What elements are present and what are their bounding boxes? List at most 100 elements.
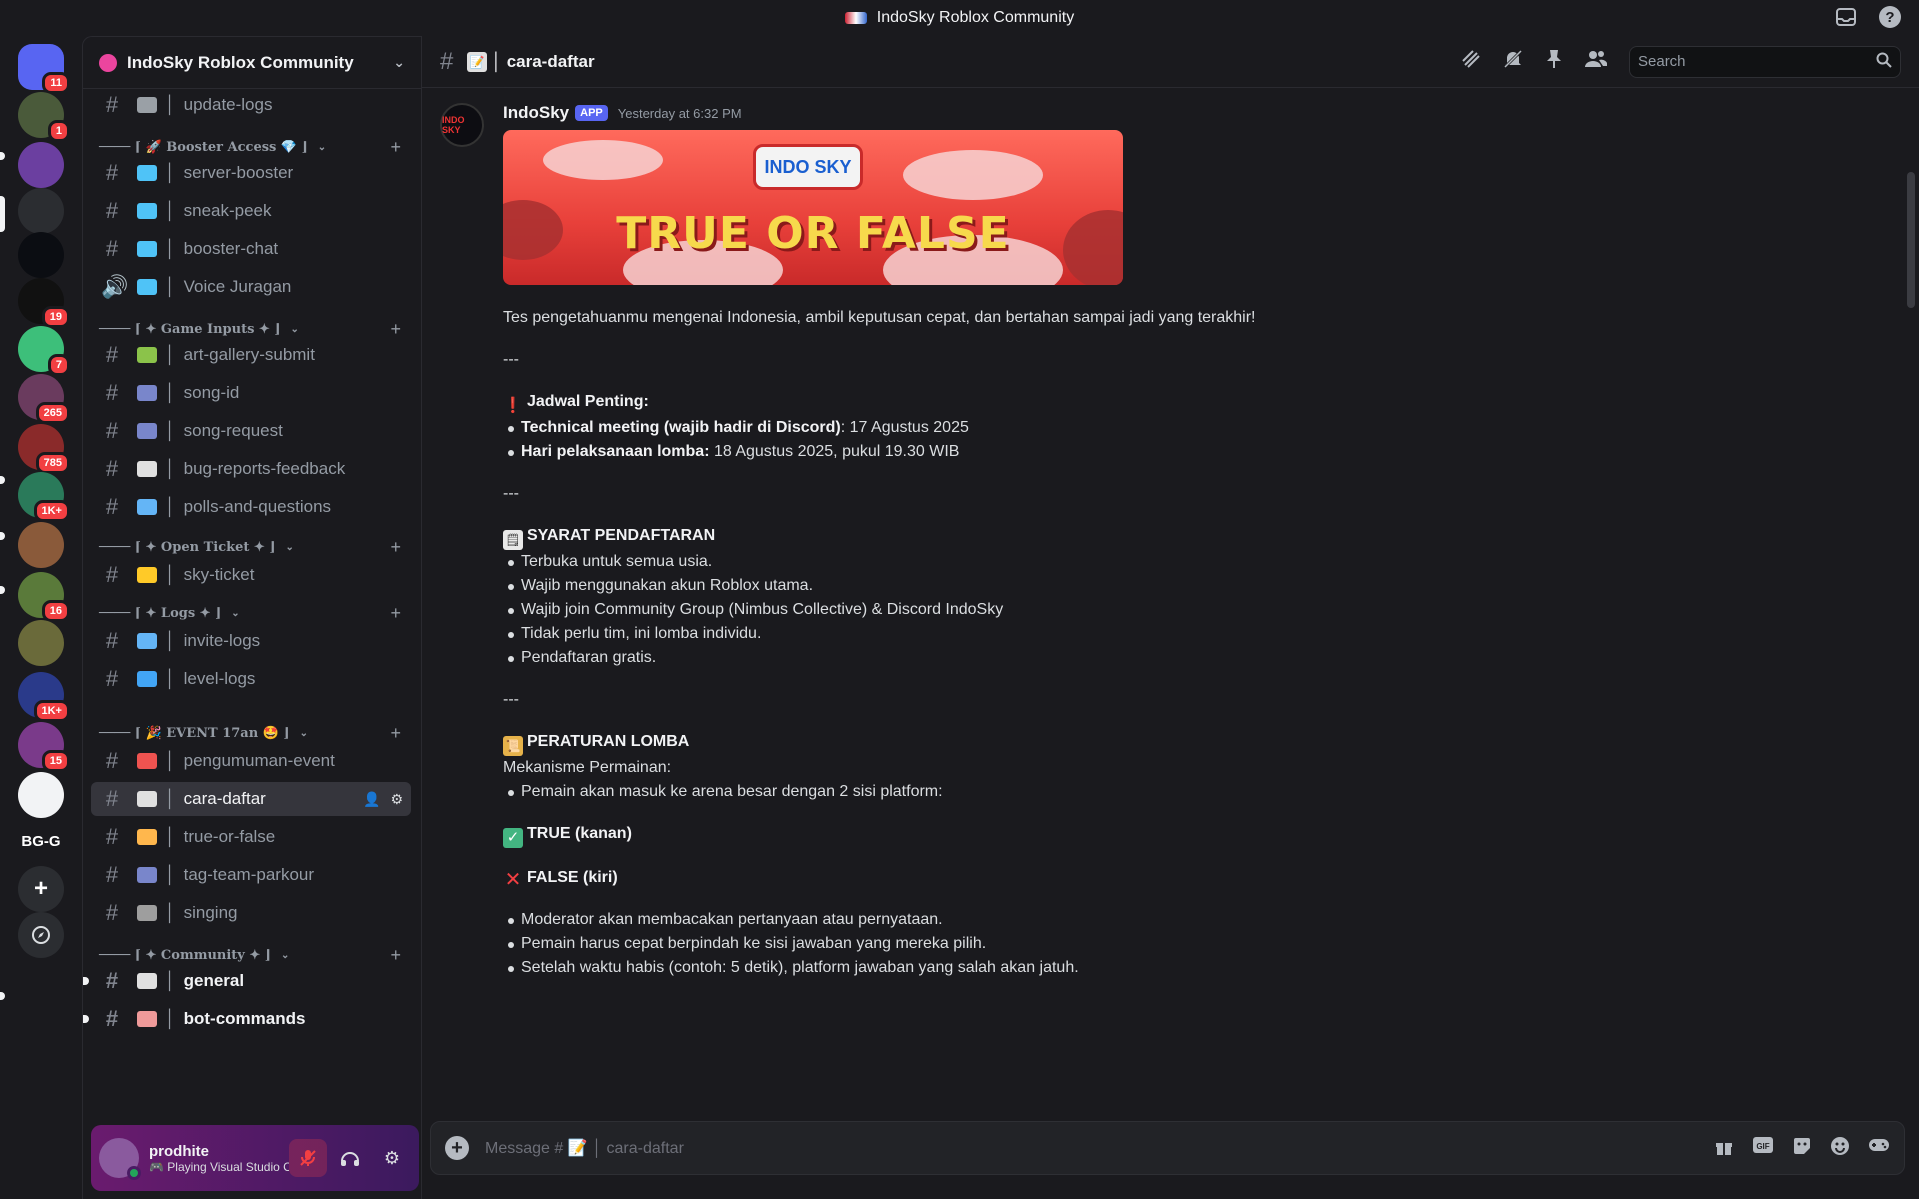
gift-icon[interactable] [1714, 1136, 1734, 1161]
channel-item[interactable]: # │ polls-and-questions [91, 490, 411, 524]
sticker-icon[interactable] [1792, 1136, 1812, 1161]
search-input[interactable]: Search [1629, 45, 1901, 78]
channel-item[interactable]: # │ sky-ticket [91, 558, 411, 592]
channel-category[interactable]: ──── ⌈ ✦ Community ✦ ⌋ ⌄ + [99, 945, 411, 965]
separator: │ [165, 631, 176, 650]
hash-icon: # [105, 380, 119, 405]
add-channel-icon[interactable]: + [390, 537, 411, 558]
unread-badge: 16 [41, 600, 70, 622]
add-server-icon[interactable]: + [18, 866, 64, 912]
channel-emoji-icon [137, 867, 157, 883]
add-channel-icon[interactable]: + [390, 137, 411, 158]
discover-compass-icon[interactable] [18, 912, 64, 958]
channel-name: sky-ticket [183, 565, 255, 584]
threads-icon[interactable] [1461, 49, 1481, 74]
message-composer[interactable]: + Message # 📝 │ cara-daftar GIF [430, 1121, 1905, 1175]
gif-icon[interactable]: GIF [1752, 1136, 1774, 1161]
chat-area: # 📝 │ cara-daftar Search INDO SKY IndoSk… [422, 36, 1919, 1199]
channel-item[interactable]: # │ cara-daftar 👤 ⚙ [91, 782, 411, 816]
server-icon[interactable]: 7 [18, 326, 70, 376]
chevron-down-icon: ⌄ [299, 727, 308, 739]
channel-settings-icon[interactable]: ⚙ [390, 791, 403, 808]
add-channel-icon[interactable]: + [390, 945, 411, 966]
channel-name: true-or-false [183, 827, 276, 846]
hash-icon: # [440, 47, 454, 75]
server-icon[interactable] [18, 188, 64, 234]
channel-item[interactable]: # │ true-or-false [91, 820, 411, 854]
channel-emoji-icon [137, 499, 157, 515]
check-mark-icon: ✓ [503, 828, 523, 848]
channel-item[interactable]: # │ invite-logs [91, 624, 411, 658]
channel-category[interactable]: ──── ⌈ ✦ Game Inputs ✦ ⌋ ⌄ + [99, 319, 411, 339]
channel-category[interactable]: ──── ⌈ 🚀 Booster Access 💎 ⌋ ⌄ + [99, 137, 411, 157]
server-icon[interactable]: 16 [18, 572, 70, 622]
channel-item[interactable]: # │ bug-reports-feedback [91, 452, 411, 486]
server-icon[interactable]: 11 [18, 44, 70, 94]
channel-item[interactable]: # │ server-booster [91, 156, 411, 190]
headphones-icon[interactable] [331, 1139, 369, 1177]
channel-item[interactable]: # │ sneak-peek [91, 194, 411, 228]
chevron-down-icon[interactable]: ⌄ [393, 54, 405, 71]
server-icon[interactable]: 15 [18, 722, 70, 772]
separator: │ [165, 751, 176, 770]
channel-item[interactable]: # │ singing [91, 896, 411, 930]
channel-item[interactable]: 🔊 │ Voice Juragan [91, 270, 411, 304]
channel-item[interactable]: # │ level-logs [91, 662, 411, 696]
message-input[interactable]: Message # 📝 │ cara-daftar [485, 1138, 684, 1158]
channel-item[interactable]: # │ tag-team-parkour [91, 858, 411, 892]
server-icon[interactable] [18, 522, 64, 568]
separator: │ [165, 1009, 176, 1028]
notification-muted-icon[interactable] [1503, 49, 1523, 74]
scrollbar[interactable] [1907, 172, 1915, 308]
channel-item[interactable]: # │ pengumuman-event [91, 744, 411, 778]
hash-icon: # [105, 562, 119, 587]
separator: │ [165, 827, 176, 846]
server-icon[interactable]: BG-G [18, 818, 64, 864]
channel-item[interactable]: # │ update-logs [91, 90, 411, 122]
banner-logo: INDO SKY [753, 144, 863, 190]
guild-header[interactable]: IndoSky Roblox Community ⌄ [83, 37, 421, 89]
channel-name: bot-commands [183, 1009, 306, 1028]
event-banner-image[interactable]: INDO SKY TRUE OR FALSE [503, 130, 1123, 285]
invite-member-icon[interactable]: 👤 [363, 791, 380, 808]
server-icon[interactable] [18, 232, 64, 278]
channel-item[interactable]: # │ bot-commands [83, 1002, 411, 1036]
unread-badge: 7 [47, 354, 70, 376]
channel-item[interactable]: # │ general [83, 964, 411, 998]
add-channel-icon[interactable]: + [390, 319, 411, 340]
inbox-icon[interactable] [1835, 6, 1857, 28]
server-icon[interactable] [18, 772, 64, 818]
member-list-icon[interactable] [1585, 50, 1608, 73]
author-avatar[interactable]: INDO SKY [440, 103, 484, 147]
pin-icon[interactable] [1545, 49, 1563, 74]
activities-icon[interactable] [1868, 1136, 1890, 1161]
server-icon[interactable]: 1K+ [18, 672, 70, 722]
server-icon[interactable]: 1K+ [18, 472, 70, 522]
channel-item[interactable]: # │ song-id [91, 376, 411, 410]
help-icon[interactable]: ? [1879, 6, 1901, 28]
unread-badge: 265 [35, 402, 70, 424]
add-channel-icon[interactable]: + [390, 603, 411, 624]
emoji-icon[interactable] [1830, 1136, 1850, 1161]
channel-item[interactable]: # │ art-gallery-submit [91, 338, 411, 372]
channel-item[interactable]: # │ song-request [91, 414, 411, 448]
avatar[interactable] [99, 1138, 141, 1180]
server-icon[interactable]: 19 [18, 278, 70, 328]
channel-item[interactable]: # │ booster-chat [91, 232, 411, 266]
mic-muted-icon[interactable] [289, 1139, 327, 1177]
settings-gear-icon[interactable]: ⚙ [373, 1139, 411, 1177]
add-attachment-icon[interactable]: + [445, 1136, 469, 1160]
hash-icon: # [105, 900, 119, 925]
channel-category[interactable]: ──── ⌈ 🎉 EVENT 17an 🤩 ⌋ ⌄ + [99, 723, 411, 743]
channel-name: server-booster [183, 163, 294, 182]
channel-category[interactable]: ──── ⌈ ✦ Open Ticket ✦ ⌋ ⌄ + [99, 537, 411, 557]
server-icon[interactable] [18, 620, 64, 666]
add-channel-icon[interactable]: + [390, 723, 411, 744]
channel-category[interactable]: ──── ⌈ ✦ Logs ✦ ⌋ ⌄ + [99, 603, 411, 623]
server-icon[interactable]: 265 [18, 374, 70, 424]
server-icon[interactable]: 1 [18, 92, 70, 142]
username[interactable]: prodhite [149, 1143, 289, 1160]
server-icon[interactable] [18, 142, 64, 188]
author-name[interactable]: IndoSky [503, 103, 569, 123]
server-icon[interactable]: 785 [18, 424, 70, 474]
